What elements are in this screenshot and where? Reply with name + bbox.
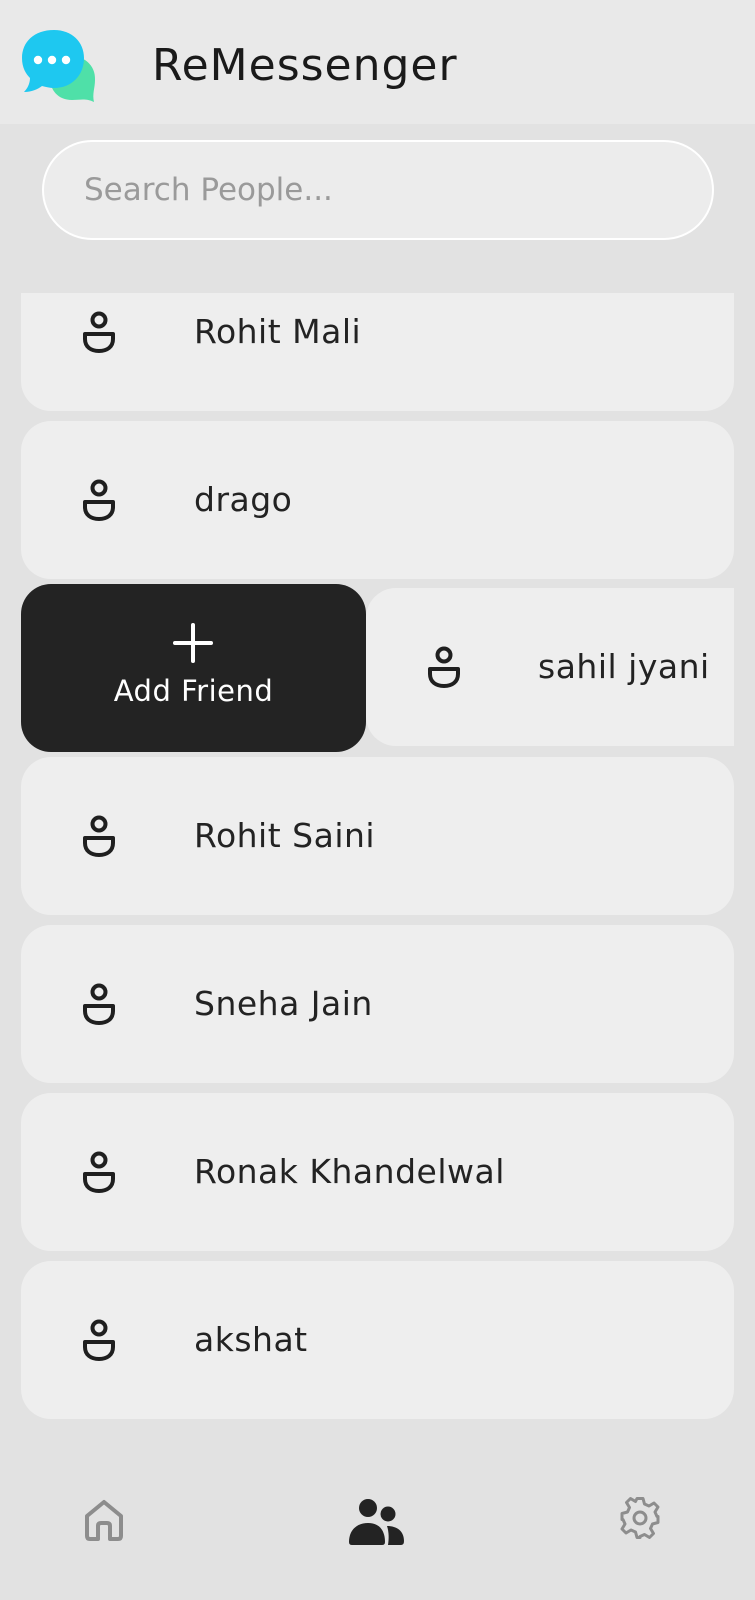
person-icon xyxy=(83,1151,115,1193)
nav-settings-button[interactable] xyxy=(618,1496,678,1552)
search-input[interactable] xyxy=(44,142,712,238)
person-card[interactable]: Sneha Jain xyxy=(21,925,734,1083)
person-name: Rohit Saini xyxy=(194,816,376,855)
add-friend-label: Add Friend xyxy=(113,674,274,708)
people-icon xyxy=(349,1499,404,1545)
person-name: akshat xyxy=(194,1320,308,1359)
person-card[interactable]: Rohit Saini xyxy=(21,757,734,915)
person-icon xyxy=(83,1319,115,1361)
nav-home-button[interactable] xyxy=(80,1496,140,1552)
person-card[interactable]: drago xyxy=(21,421,734,579)
person-icon xyxy=(83,479,115,521)
person-card[interactable]: akshat xyxy=(21,1261,734,1419)
app-title: ReMessenger xyxy=(152,40,458,91)
app-header: ReMessenger xyxy=(0,0,755,124)
person-icon xyxy=(83,815,115,857)
people-list[interactable]: Rohit Mali drago Add Friend sahil jyani … xyxy=(0,293,755,1421)
plus-icon xyxy=(173,623,213,663)
search-bar xyxy=(42,140,714,240)
person-name: Ronak Khandelwal xyxy=(194,1152,505,1191)
home-icon xyxy=(85,1500,123,1541)
person-name: drago xyxy=(194,480,293,519)
bottom-navigation xyxy=(0,1440,755,1600)
chat-bubbles-logo-icon xyxy=(22,30,96,102)
person-card-swiped[interactable]: sahil jyani xyxy=(366,588,734,746)
person-card[interactable]: Ronak Khandelwal xyxy=(21,1093,734,1251)
person-name: sahil jyani xyxy=(538,647,710,686)
person-name: Rohit Mali xyxy=(194,312,362,351)
person-card[interactable]: Rohit Mali xyxy=(21,293,734,411)
person-name: Sneha Jain xyxy=(194,984,373,1023)
nav-people-button[interactable] xyxy=(347,1496,407,1552)
gear-icon xyxy=(620,1497,660,1539)
person-icon xyxy=(83,983,115,1025)
person-icon xyxy=(83,311,115,353)
person-icon xyxy=(428,646,460,688)
add-friend-button[interactable]: Add Friend xyxy=(21,584,366,752)
